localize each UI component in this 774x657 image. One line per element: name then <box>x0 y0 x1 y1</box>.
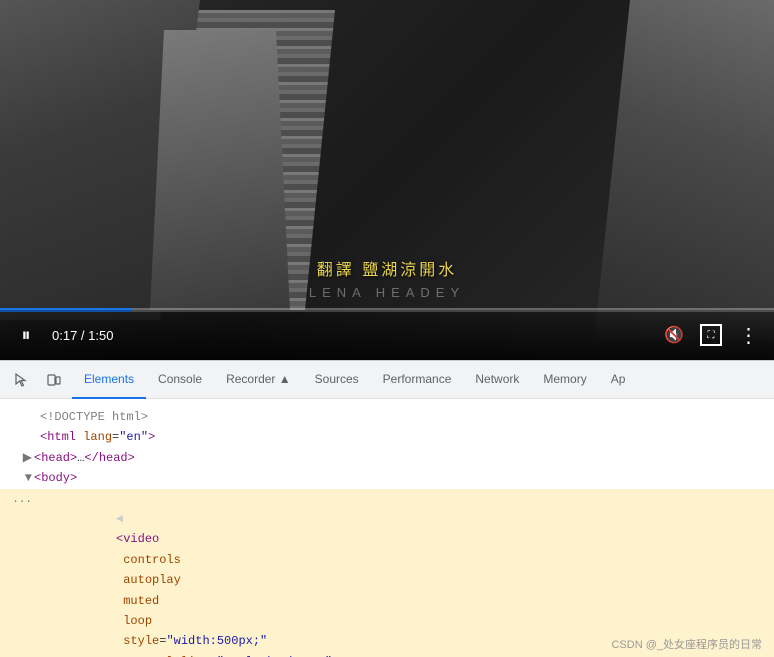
tab-recorder[interactable]: Recorder ▲ <box>214 361 303 399</box>
time-display: 0:17 / 1:50 <box>52 328 113 343</box>
video-subtitle: 翻譯 鹽湖涼開水 <box>317 256 457 280</box>
code-line-body[interactable]: ▼ <body> <box>0 468 774 488</box>
tab-memory[interactable]: Memory <box>531 361 598 399</box>
devtools-topbar: Elements Console Recorder ▲ Sources Perf… <box>0 361 774 399</box>
video-controls: ⏸ 0:17 / 1:50 🔇 ⛶ ⋮ <box>0 310 774 360</box>
rock-right <box>594 0 774 340</box>
code-line-html: <html lang="en"> <box>0 427 774 447</box>
csdn-watermark: CSDN @_处女座程序员的日常 <box>611 636 762 652</box>
device-toolbar-button[interactable] <box>40 366 68 394</box>
tab-application[interactable]: Ap <box>599 361 638 399</box>
pause-button[interactable]: ⏸ <box>12 321 40 349</box>
tab-network[interactable]: Network <box>463 361 531 399</box>
code-line-video[interactable]: ... ◄ <video controls autoplay muted loo… <box>0 489 774 657</box>
more-button[interactable]: ⋮ <box>734 321 762 349</box>
volume-button[interactable]: 🔇 <box>660 321 688 349</box>
cursor-icon <box>14 372 30 388</box>
inspect-element-button[interactable] <box>8 366 36 394</box>
code-viewer: <!DOCTYPE html> <html lang="en"> ▶ <head… <box>0 399 774 657</box>
device-icon <box>46 372 62 388</box>
video-player: 翻譯 鹽湖涼開水 LENA HEADEY ⏸ 0:17 / 1:50 🔇 ⛶ ⋮ <box>0 0 774 360</box>
tab-console[interactable]: Console <box>146 361 214 399</box>
video-background <box>0 0 774 360</box>
video-watermark: LENA HEADEY <box>309 285 465 300</box>
code-line-head[interactable]: ▶ <head>…</head> <box>0 448 774 468</box>
tab-elements[interactable]: Elements <box>72 361 146 399</box>
rock-center <box>150 30 290 310</box>
code-line-doctype: <!DOCTYPE html> <box>0 407 774 427</box>
controls-right: 🔇 ⛶ ⋮ <box>660 321 762 349</box>
devtools-panel: Elements Console Recorder ▲ Sources Perf… <box>0 360 774 656</box>
tab-performance[interactable]: Performance <box>371 361 464 399</box>
fullscreen-button[interactable]: ⛶ <box>700 324 722 346</box>
tab-sources[interactable]: Sources <box>303 361 371 399</box>
devtools: Elements Console Recorder ▲ Sources Perf… <box>0 360 774 656</box>
